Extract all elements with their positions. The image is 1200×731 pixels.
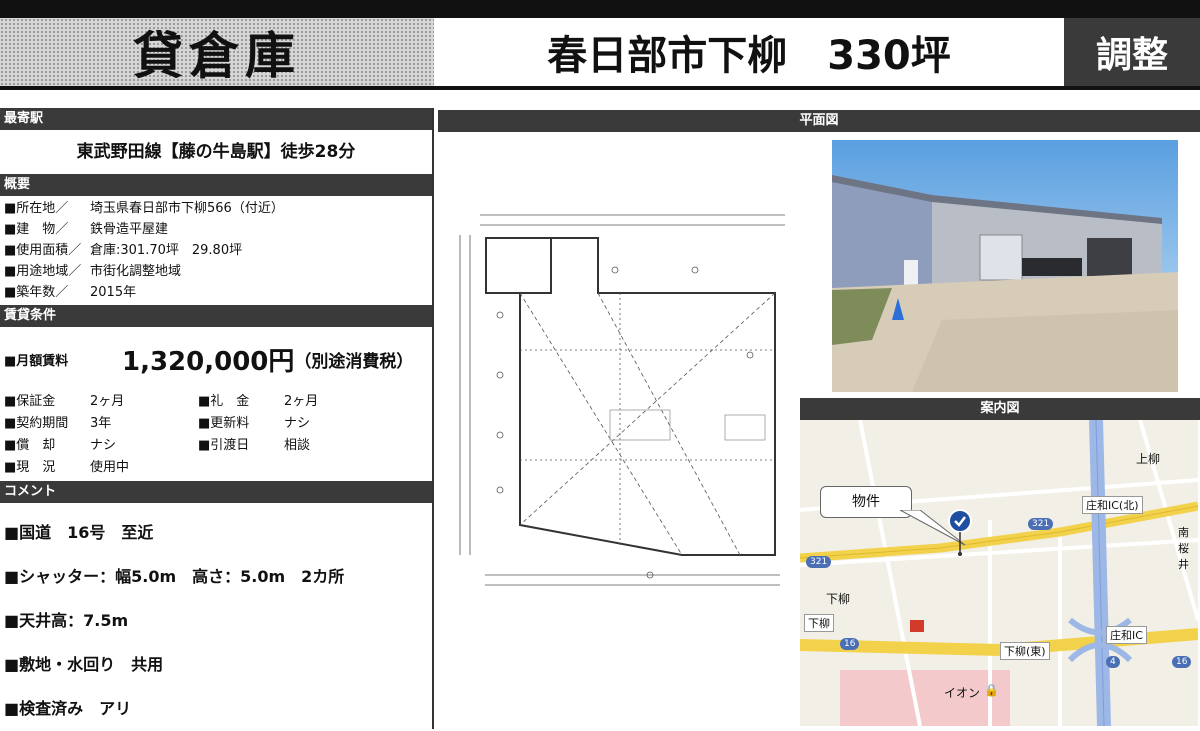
place-label-aeon: イオン bbox=[944, 686, 981, 700]
section-header-terms: 賃貸条件 bbox=[0, 305, 432, 327]
place-label-showa-ic-north: 庄和IC(北) bbox=[1082, 496, 1143, 514]
floor-plan-drawing bbox=[459, 214, 785, 586]
section-header-map: 案内図 bbox=[800, 398, 1200, 420]
nearest-station: 東武野田線【藤の牛島駅】徒歩28分 bbox=[76, 142, 356, 162]
comment-item: ■検査済み アリ bbox=[4, 699, 132, 718]
comment-item: ■敷地・水回り 共用 bbox=[4, 655, 164, 674]
section-header-floor-plan: 平面図 bbox=[438, 110, 1200, 132]
overview-list: ■所在地／ 埼玉県春日部市下柳566（付近） ■建 物／ 鉄骨造平屋建 ■使用面積／… bbox=[0, 196, 432, 305]
route-shield-16: 16 bbox=[1172, 656, 1192, 668]
listing-type-banner: 貸倉庫 bbox=[0, 18, 434, 86]
place-label-shimoyanagi: 下柳 bbox=[826, 592, 851, 606]
details-column: 最寄駅 東武野田線【藤の牛島駅】徒歩28分 概要 ■所在地／ 埼玉県春日部市下柳5… bbox=[0, 108, 434, 729]
place-label-shimoyanagi-east: 下柳(東) bbox=[1000, 642, 1050, 660]
route-shield-4: 4 bbox=[1106, 656, 1120, 668]
overview-row: ■用途地域／ 市街化調整地域 bbox=[4, 264, 182, 279]
overview-row: ■築年数／ 2015年 bbox=[4, 285, 137, 300]
section-header-comment: コメント bbox=[0, 481, 432, 503]
comment-item: ■シャッター：幅5.0m 高さ：5.0m 2カ所 bbox=[4, 567, 345, 586]
place-label-shimoyanagi-box: 下柳 bbox=[804, 614, 834, 632]
section-header-station: 最寄駅 bbox=[0, 108, 432, 130]
place-label-kamiyanagi: 上柳 bbox=[1136, 452, 1161, 466]
location-map[interactable]: 物件 上柳 庄和IC(北) 南桜井 下柳 下柳 庄和IC 下柳(東) イオン 🔒… bbox=[800, 420, 1198, 726]
page-title: 春日部市下柳 330坪 bbox=[547, 33, 951, 79]
property-callout-text: 物件 bbox=[852, 494, 880, 510]
comment-list: ■国道 16号 至近 ■シャッター：幅5.0m 高さ：5.0m 2カ所 ■天井高… bbox=[0, 503, 432, 731]
rent-tax-note: （別途消費税） bbox=[294, 351, 414, 372]
warehouse-photo bbox=[832, 140, 1178, 392]
overview-row: ■所在地／ 埼玉県春日部市下柳566（付近） bbox=[4, 201, 284, 216]
place-label-showa-ic: 庄和IC bbox=[1106, 626, 1147, 644]
comment-item: ■国道 16号 至近 bbox=[4, 523, 154, 542]
status-badge: 調整 bbox=[1064, 18, 1200, 86]
status-badge-label: 調整 bbox=[1095, 35, 1168, 76]
listing-type: 貸倉庫 bbox=[133, 27, 301, 85]
rent-row: ■月額賃料 1,320,000円 （別途消費税） bbox=[0, 327, 432, 391]
overview-row: ■使用面積／ 倉庫:301.70坪 29.80坪 bbox=[4, 243, 243, 258]
route-shield-321: 321 bbox=[1028, 518, 1054, 530]
fee-table: ■保証金 2ヶ月 ■礼 金 2ヶ月 ■契約期間 3年 ■更新料 ナシ ■償 却ナシ ■引渡日相… bbox=[4, 394, 319, 475]
shopping-bag-icon: 🔒 bbox=[984, 683, 999, 697]
route-shield-321: 321 bbox=[806, 556, 832, 568]
route-shield-16: 16 bbox=[840, 638, 860, 650]
rent-label: ■月額賃料 bbox=[4, 353, 69, 369]
title-banner: 春日部市下柳 330坪 bbox=[434, 18, 1064, 86]
section-header-overview: 概要 bbox=[0, 174, 432, 196]
header-divider bbox=[0, 86, 1200, 106]
place-label-minami-sakurai: 南桜井 bbox=[1178, 526, 1189, 571]
comment-item: ■天井高：7.5m bbox=[4, 611, 129, 630]
overview-row: ■建 物／ 鉄骨造平屋建 bbox=[4, 222, 169, 237]
rent-amount: 1,320,000円 bbox=[122, 346, 295, 377]
map-pin-icon[interactable] bbox=[947, 508, 973, 556]
